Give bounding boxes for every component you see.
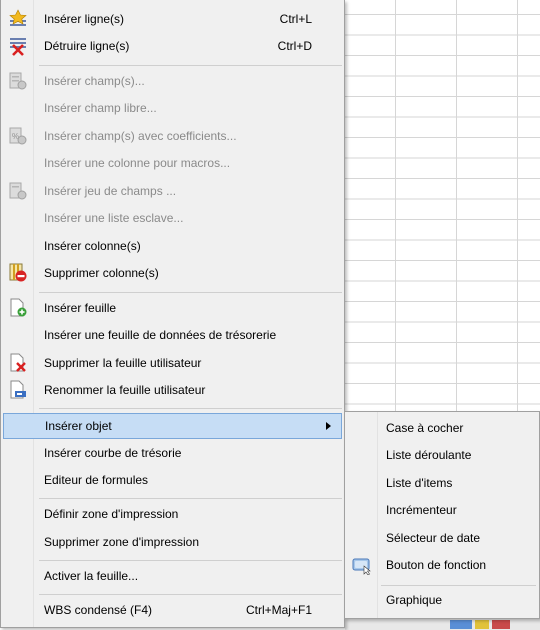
insert-field-icon <box>9 72 27 90</box>
submenu-item-label: Graphique <box>386 593 443 607</box>
menu-item-label: Insérer champ(s)... <box>44 74 145 88</box>
menu-separator <box>39 560 342 561</box>
menu-item-set-print-area[interactable]: Définir zone d'impression <box>1 501 344 527</box>
menu-item-label: Insérer courbe de trésorie <box>44 446 182 460</box>
menu-item-label: Insérer colonne(s) <box>44 239 141 253</box>
menu-item-insert-treasury-curve[interactable]: Insérer courbe de trésorie <box>1 440 344 466</box>
menu-item-label: Supprimer zone d'impression <box>44 535 200 549</box>
submenu-item-label: Sélecteur de date <box>386 531 481 545</box>
menu-item-label: Editeur de formules <box>44 473 149 487</box>
sheet-tab-red[interactable] <box>492 620 510 629</box>
menu-separator <box>39 408 342 409</box>
menu-item-insert-treasury-sheet[interactable]: Insérer une feuille de données de trésor… <box>1 322 344 348</box>
submenu-item-label: Liste d'items <box>386 476 453 490</box>
submenu-item-function-button[interactable]: Bouton de fonction <box>345 552 539 578</box>
shortcut-label: Ctrl+D <box>277 39 312 53</box>
menu-item-insert-macro-column: Insérer une colonne pour macros... <box>1 150 344 176</box>
submenu-item-label: Liste déroulante <box>386 448 472 462</box>
menu-item-label: Insérer une feuille de données de trésor… <box>44 328 277 342</box>
menu-item-insert-columns[interactable]: Insérer colonne(s) <box>1 233 344 259</box>
menu-item-clear-print-area[interactable]: Supprimer zone d'impression <box>1 529 344 555</box>
submenu-item-date-picker[interactable]: Sélecteur de date <box>345 525 539 551</box>
menu-item-label: Insérer objet <box>45 419 112 433</box>
insert-field-coeff-icon: % <box>9 127 27 145</box>
insert-object-submenu: Case à cocher Liste déroulante Liste d'i… <box>344 411 540 619</box>
submenu-item-stepper[interactable]: Incrémenteur <box>345 497 539 523</box>
sheet-tab-blue[interactable] <box>450 620 472 629</box>
rename-sheet-icon <box>10 380 26 399</box>
insert-row-icon <box>9 9 27 26</box>
menu-separator <box>39 65 342 66</box>
shortcut-label: Ctrl+L <box>279 12 312 26</box>
menu-separator <box>39 594 342 595</box>
menu-item-insert-rows[interactable]: Insérer ligne(s) Ctrl+L <box>1 6 344 32</box>
submenu-item-label: Case à cocher <box>386 421 464 435</box>
menu-item-label: Supprimer la feuille utilisateur <box>44 356 202 370</box>
delete-column-icon <box>9 263 27 282</box>
menu-item-label: Insérer jeu de champs ... <box>44 184 177 198</box>
menu-item-label: Insérer une liste esclave... <box>44 211 184 225</box>
menu-item-label: Définir zone d'impression <box>44 507 179 521</box>
menu-separator <box>39 498 342 499</box>
delete-sheet-icon <box>10 353 26 372</box>
menu-item-label: Insérer une colonne pour macros... <box>44 156 231 170</box>
submenu-arrow-icon <box>326 422 331 430</box>
sheet-tab-yellow[interactable] <box>475 620 489 629</box>
submenu-item-dropdown-list[interactable]: Liste déroulante <box>345 442 539 468</box>
context-menu: Insérer ligne(s) Ctrl+L Détruire ligne(s… <box>0 0 345 628</box>
shortcut-label: Ctrl+Maj+F1 <box>245 603 312 617</box>
delete-row-icon <box>10 38 26 56</box>
menu-item-insert-free-field: Insérer champ libre... <box>1 95 344 121</box>
menu-item-formula-editor[interactable]: Editeur de formules <box>1 467 344 493</box>
menu-item-label: Insérer champ(s) avec coefficients... <box>44 129 237 143</box>
menu-item-label: Activer la feuille... <box>44 569 139 583</box>
submenu-separator <box>381 585 536 586</box>
menu-item-insert-fields-coeff: % Insérer champ(s) avec coefficients... <box>1 123 344 149</box>
menu-item-insert-fieldset: Insérer jeu de champs ... <box>1 178 344 204</box>
menu-item-label: WBS condensé (F4) <box>44 603 153 617</box>
menu-item-insert-fields: Insérer champ(s)... <box>1 68 344 94</box>
menu-item-wbs-condensed[interactable]: WBS condensé (F4) Ctrl+Maj+F1 <box>1 597 344 623</box>
menu-item-insert-sheet[interactable]: Insérer feuille <box>1 295 344 321</box>
insert-sheet-icon <box>10 298 27 317</box>
submenu-item-label: Incrémenteur <box>386 503 457 517</box>
menu-item-label: Détruire ligne(s) <box>44 39 130 53</box>
menu-item-label: Renommer la feuille utilisateur <box>44 383 206 397</box>
menu-item-delete-columns[interactable]: Supprimer colonne(s) <box>1 260 344 286</box>
menu-item-rename-user-sheet[interactable]: Renommer la feuille utilisateur <box>1 377 344 403</box>
menu-item-insert-slave-list: Insérer une liste esclave... <box>1 205 344 231</box>
function-button-icon <box>352 558 371 575</box>
submenu-item-label: Bouton de fonction <box>386 558 487 572</box>
insert-fieldset-icon <box>9 182 27 200</box>
submenu-item-checkbox[interactable]: Case à cocher <box>345 415 539 441</box>
menu-item-insert-object[interactable]: Insérer objet <box>3 413 342 439</box>
menu-item-delete-user-sheet[interactable]: Supprimer la feuille utilisateur <box>1 350 344 376</box>
menu-item-label: Supprimer colonne(s) <box>44 266 159 280</box>
menu-item-delete-rows[interactable]: Détruire ligne(s) Ctrl+D <box>1 33 344 59</box>
menu-item-label: Insérer feuille <box>44 301 117 315</box>
submenu-item-item-list[interactable]: Liste d'items <box>345 470 539 496</box>
menu-item-label: Insérer champ libre... <box>44 101 157 115</box>
menu-separator <box>39 292 342 293</box>
submenu-item-chart[interactable]: Graphique <box>345 587 539 613</box>
menu-item-label: Insérer ligne(s) <box>44 12 125 26</box>
menu-item-activate-sheet[interactable]: Activer la feuille... <box>1 563 344 589</box>
